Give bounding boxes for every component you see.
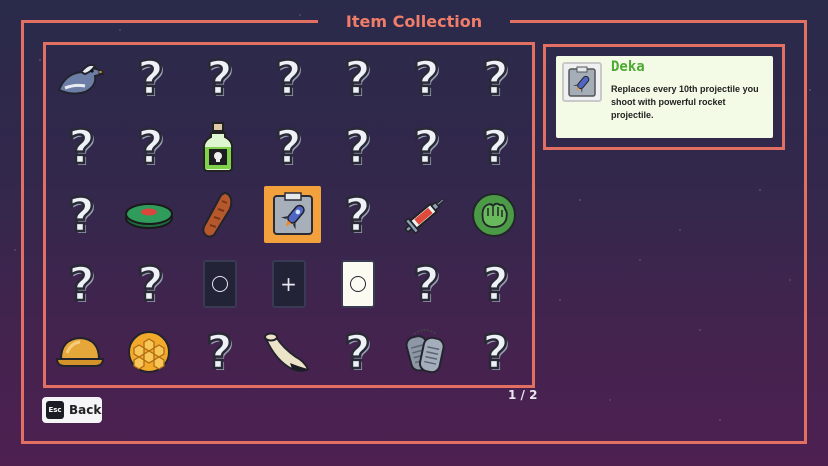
item-slot[interactable] <box>390 318 459 387</box>
item-description: Replaces every 10th projectile you shoot… <box>611 84 759 120</box>
unknown-item-icon: ? <box>412 256 441 311</box>
light-circle-card-icon <box>339 259 375 308</box>
dark-circle-card-icon <box>201 259 237 308</box>
item-slot[interactable]: ? <box>459 113 528 182</box>
item-slot[interactable] <box>252 318 321 387</box>
item-slot[interactable]: ? <box>459 318 528 387</box>
horn-icon <box>262 329 312 375</box>
back-button-label: Back <box>69 403 102 417</box>
item-slot[interactable] <box>45 44 114 113</box>
unknown-item-icon: ? <box>343 325 372 380</box>
esc-key-icon: Esc <box>46 401 64 419</box>
item-slot-selected[interactable] <box>252 181 321 250</box>
item-slot[interactable]: ? <box>45 113 114 182</box>
unknown-item-icon: ? <box>412 51 441 106</box>
unknown-item-icon: ? <box>274 119 303 174</box>
unknown-item-icon: ? <box>343 51 372 106</box>
unknown-item-icon: ? <box>205 325 234 380</box>
unknown-item-icon: ? <box>136 256 165 311</box>
item-slot[interactable]: ? <box>390 250 459 319</box>
item-slot[interactable]: ? <box>183 318 252 387</box>
dog-tags-icon <box>400 328 450 376</box>
item-slot[interactable]: ? <box>45 181 114 250</box>
unknown-item-icon: ? <box>274 51 303 106</box>
item-slot[interactable] <box>114 318 183 387</box>
syringe-icon <box>400 192 450 238</box>
page-title: Item Collection <box>318 9 510 35</box>
green-fist-icon <box>471 192 517 238</box>
unknown-item-icon: ? <box>481 325 510 380</box>
item-slot[interactable]: ? <box>321 44 390 113</box>
unknown-item-icon: ? <box>481 256 510 311</box>
unknown-item-icon: ? <box>136 51 165 106</box>
unknown-item-icon: ? <box>343 119 372 174</box>
unknown-item-icon: ? <box>481 119 510 174</box>
item-slot[interactable]: ? <box>390 44 459 113</box>
item-slot[interactable]: ? <box>459 250 528 319</box>
item-slot[interactable]: ? <box>252 113 321 182</box>
item-slot[interactable] <box>321 250 390 319</box>
unknown-item-icon: ? <box>412 119 441 174</box>
back-button[interactable]: Esc Back <box>42 397 102 423</box>
poison-bottle-icon <box>201 121 235 173</box>
bird-icon <box>55 56 105 100</box>
item-slot[interactable] <box>114 181 183 250</box>
item-slot[interactable]: ? <box>114 44 183 113</box>
dark-plus-card-icon: + <box>270 259 306 308</box>
item-slot[interactable] <box>183 113 252 182</box>
item-slot[interactable] <box>45 318 114 387</box>
honeycomb-icon <box>126 329 172 375</box>
page-indicator: 1 / 2 <box>508 388 538 402</box>
unknown-item-icon: ? <box>67 119 96 174</box>
rocket-card-icon <box>271 191 315 237</box>
item-slot[interactable] <box>390 181 459 250</box>
helmet-icon <box>55 333 105 371</box>
unknown-item-icon: ? <box>481 51 510 106</box>
unknown-item-icon: ? <box>67 188 96 243</box>
item-slot[interactable]: ? <box>252 44 321 113</box>
bread-icon <box>200 191 236 239</box>
item-slot[interactable]: ? <box>321 318 390 387</box>
item-name: Deka <box>611 59 645 75</box>
item-slot[interactable] <box>459 181 528 250</box>
unknown-item-icon: ? <box>67 256 96 311</box>
item-slot[interactable]: ? <box>183 44 252 113</box>
item-info-panel: Deka Replaces every 10th projectile you … <box>556 56 773 138</box>
item-grid: ???????????????? +????? <box>45 44 528 387</box>
rocket-card-icon <box>562 62 602 102</box>
unknown-item-icon: ? <box>136 119 165 174</box>
item-slot[interactable]: ? <box>321 113 390 182</box>
item-slot[interactable] <box>183 250 252 319</box>
item-slot[interactable]: ? <box>459 44 528 113</box>
item-slot[interactable]: ? <box>45 250 114 319</box>
item-slot[interactable] <box>183 181 252 250</box>
green-button-icon <box>124 200 174 230</box>
unknown-item-icon: ? <box>343 188 372 243</box>
unknown-item-icon: ? <box>205 51 234 106</box>
item-slot[interactable]: ? <box>321 181 390 250</box>
item-slot[interactable]: + <box>252 250 321 319</box>
item-slot[interactable]: ? <box>390 113 459 182</box>
item-slot[interactable]: ? <box>114 250 183 319</box>
item-slot[interactable]: ? <box>114 113 183 182</box>
